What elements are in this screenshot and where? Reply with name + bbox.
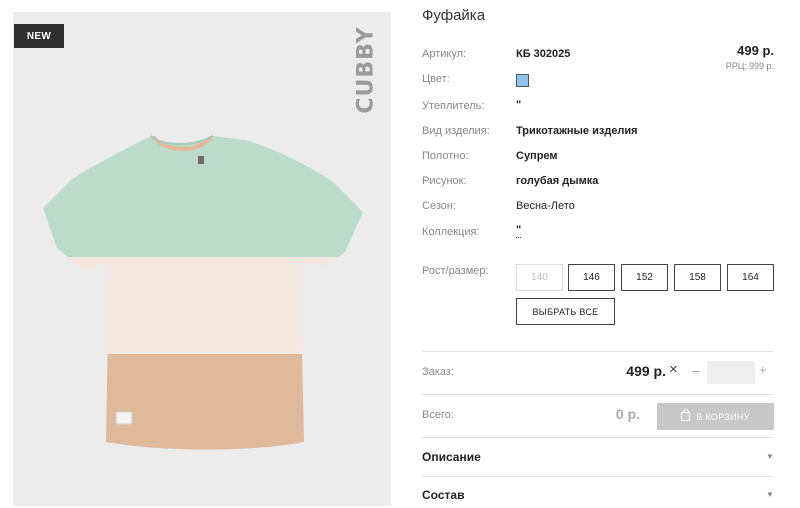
product-price: 499 р. (737, 43, 774, 58)
attr-label-article: Артикул: (422, 48, 467, 60)
rrp-price: РРЦ: 999 р. (724, 61, 774, 71)
attr-label-pattern: Рисунок: (422, 175, 467, 187)
increase-quantity-button[interactable]: + (759, 362, 767, 377)
rrp-value: 999 р. (748, 61, 774, 71)
accordion-composition[interactable]: Состав (422, 488, 464, 502)
divider (422, 437, 774, 438)
product-image[interactable]: NEW CUBBY (13, 12, 391, 506)
size-button-158[interactable]: 158 (674, 264, 721, 291)
attr-label-fabric: Полотно: (422, 150, 469, 162)
size-button-164[interactable]: 164 (727, 264, 774, 291)
attr-value-pattern: голубая дымка (516, 175, 599, 187)
size-button-140[interactable]: 140 (516, 264, 563, 291)
shopping-bag-icon (681, 409, 691, 421)
attr-label-product-type: Вид изделия: (422, 125, 490, 137)
divider (422, 351, 774, 352)
order-label: Заказ: (422, 366, 454, 378)
triangle-down-icon[interactable]: ▼ (766, 452, 774, 461)
quantity-input[interactable] (707, 361, 755, 384)
size-button-146[interactable]: 146 (568, 264, 615, 291)
collection-link[interactable]: " (516, 224, 522, 238)
attr-value-article: КБ 302025 (516, 48, 571, 60)
product-title: Фуфайка (422, 7, 486, 24)
attr-value-fabric: Супрем (516, 150, 558, 162)
accordion-description[interactable]: Описание (422, 450, 481, 464)
divider (422, 394, 774, 395)
total-label: Всего: (422, 409, 454, 421)
total-value: 0 р. (615, 406, 640, 422)
attr-label-season: Сезон: (422, 200, 456, 212)
triangle-down-icon[interactable]: ▼ (766, 490, 774, 499)
rrp-label: РРЦ: (725, 61, 747, 71)
attr-value-collection[interactable]: " (516, 224, 522, 238)
add-to-cart-label: В КОРЗИНУ (696, 411, 750, 422)
brand-logo: CUBBY (353, 26, 379, 114)
order-price: 499 р. (626, 363, 666, 379)
new-badge: NEW (14, 24, 64, 48)
size-button-152[interactable]: 152 (621, 264, 668, 291)
attr-label-collection: Коллекция: (422, 226, 480, 238)
color-swatch[interactable] (516, 74, 529, 87)
decrease-quantity-button[interactable]: – (692, 362, 700, 378)
attr-value-product-type: Трикотажные изделия (516, 125, 638, 137)
size-label: Рост/размер: (422, 265, 489, 277)
attr-value-season: Весна-Лето (516, 200, 575, 212)
attr-label-insulation: Утеплитель: (422, 100, 485, 112)
add-to-cart-button[interactable]: В КОРЗИНУ (657, 403, 774, 430)
attr-label-color: Цвет: (422, 73, 450, 85)
divider (422, 476, 774, 477)
select-all-button[interactable]: ВЫБРАТЬ ВСЕ (516, 298, 615, 325)
multiply-icon: × (669, 361, 678, 378)
attr-value-insulation: " (516, 99, 522, 111)
